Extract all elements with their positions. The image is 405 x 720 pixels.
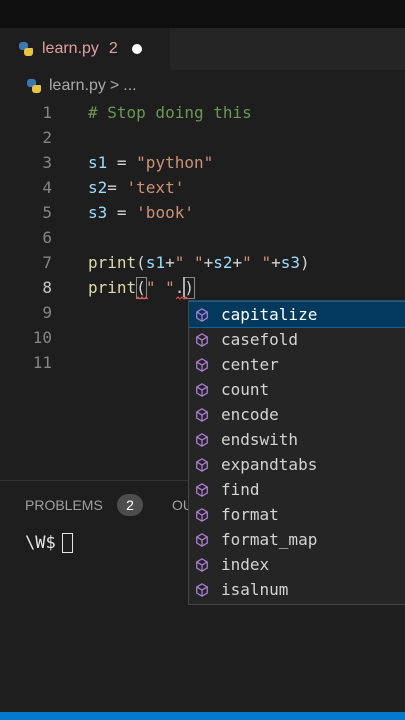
- variable: s3: [280, 253, 300, 272]
- error-squiggle: [176, 296, 188, 300]
- suggestion-item-find[interactable]: find: [189, 477, 405, 502]
- paren: ): [299, 253, 310, 272]
- tab-problem-count: 2: [108, 40, 118, 57]
- problems-count-badge: 2: [117, 494, 143, 516]
- code-line-5: s3 = 'book': [88, 200, 194, 225]
- comment: # Stop doing this: [88, 103, 252, 122]
- line-number: 2: [42, 128, 52, 147]
- method-cube-icon: [196, 382, 208, 397]
- line-number: 5: [42, 203, 52, 222]
- breadcrumb-separator: >: [109, 77, 120, 94]
- string-literal: " ": [242, 253, 272, 272]
- unsaved-dot-icon[interactable]: [131, 44, 142, 54]
- terminal-prompt: \W$: [25, 533, 56, 553]
- tab-filename: learn.py: [42, 40, 99, 57]
- method-cube-icon: [196, 532, 208, 547]
- operator: =: [107, 178, 127, 197]
- line-number: 10: [32, 328, 52, 347]
- operator: =: [107, 203, 137, 222]
- variable: s2: [88, 178, 108, 197]
- suggestion-label: index: [221, 555, 270, 574]
- code-line-4: s2= 'text': [88, 175, 184, 200]
- window-top-bar: [0, 0, 405, 28]
- method-cube-icon: [196, 482, 208, 497]
- suggestion-label: isalnum: [221, 580, 289, 599]
- method-cube-icon: [196, 557, 208, 572]
- suggestion-label: count: [221, 380, 270, 399]
- string-literal: " ": [145, 278, 175, 297]
- operator: +: [165, 253, 175, 272]
- string-literal: "python": [136, 153, 214, 172]
- suggestion-item-casefold[interactable]: casefold: [189, 327, 405, 352]
- suggestion-item-capitalize[interactable]: capitalize: [189, 301, 405, 328]
- tab-problems[interactable]: PROBLEMS: [25, 497, 103, 513]
- breadcrumb: learn.py > ...: [0, 70, 405, 102]
- suggestion-label: casefold: [221, 330, 299, 349]
- suggestion-item-format-map[interactable]: format_map: [189, 527, 405, 552]
- line-number: 6: [42, 228, 52, 247]
- line-number-active: 8: [42, 278, 52, 297]
- method-cube-icon: [196, 307, 208, 322]
- line-number: 7: [42, 253, 52, 272]
- code-line-1: # Stop doing this: [88, 100, 252, 125]
- variable: s1: [145, 253, 166, 272]
- suggestion-label: format_map: [221, 530, 318, 549]
- string-literal: " ": [174, 253, 204, 272]
- line-number: 4: [42, 178, 52, 197]
- suggestion-label: endswith: [221, 430, 299, 449]
- line-number: 11: [32, 353, 52, 372]
- tab-learn-py[interactable]: learn.py 2: [0, 28, 170, 70]
- variable: s3: [88, 203, 108, 222]
- line-number: 1: [42, 103, 52, 122]
- operator: +: [232, 253, 243, 272]
- terminal-cursor: [61, 533, 73, 553]
- suggestion-item-isalnum[interactable]: isalnum: [189, 577, 405, 602]
- suggestion-item-center[interactable]: center: [189, 352, 405, 377]
- method-cube-icon: [196, 332, 208, 347]
- breadcrumb-more[interactable]: ...: [123, 77, 136, 95]
- suggestion-label: center: [221, 355, 279, 374]
- suggestion-item-format[interactable]: format: [189, 502, 405, 527]
- suggestion-label: encode: [221, 405, 279, 424]
- operator: +: [271, 253, 281, 272]
- suggestion-item-expandtabs[interactable]: expandtabs: [189, 452, 405, 477]
- string-literal: 'text': [126, 178, 185, 197]
- suggestion-label: find: [221, 480, 260, 499]
- method-cube-icon: [196, 407, 208, 422]
- string-literal: 'book': [136, 203, 194, 222]
- suggestion-label: expandtabs: [221, 455, 318, 474]
- error-squiggle: [136, 296, 148, 300]
- operator: =: [107, 153, 137, 172]
- variable: s2: [213, 253, 233, 272]
- terminal[interactable]: \W$: [25, 533, 73, 553]
- breadcrumb-file[interactable]: learn.py: [49, 77, 106, 95]
- variable: s1: [88, 153, 108, 172]
- suggestion-label: capitalize: [221, 305, 318, 324]
- method-cube-icon: [196, 507, 208, 522]
- code-line-3: s1 = "python": [88, 150, 213, 175]
- suggestion-item-endswith[interactable]: endswith: [189, 427, 405, 452]
- suggestion-item-count[interactable]: count: [189, 377, 405, 402]
- function-name: print: [88, 278, 137, 297]
- editor-tab-strip: learn.py 2: [0, 28, 405, 70]
- code-line-7: print(s1+" "+s2+" "+s3): [88, 250, 310, 275]
- status-bar: [0, 712, 405, 720]
- suggestion-item-index[interactable]: index: [189, 552, 405, 577]
- method-cube-icon: [196, 457, 208, 472]
- method-cube-icon: [196, 582, 208, 597]
- method-cube-icon: [196, 432, 208, 447]
- function-name: print: [88, 253, 137, 272]
- text-cursor: [183, 277, 185, 297]
- line-number: 3: [42, 153, 52, 172]
- autocomplete-suggestion-list[interactable]: capitalize casefold center count encode endsw…: [188, 300, 405, 605]
- paren: (: [136, 253, 146, 272]
- suggestion-item-encode[interactable]: encode: [189, 402, 405, 427]
- operator: +: [203, 253, 214, 272]
- line-number: 9: [42, 303, 52, 322]
- method-cube-icon: [196, 357, 208, 372]
- python-file-icon: [18, 41, 34, 57]
- suggestion-label: format: [221, 505, 279, 524]
- python-file-icon: [26, 78, 42, 94]
